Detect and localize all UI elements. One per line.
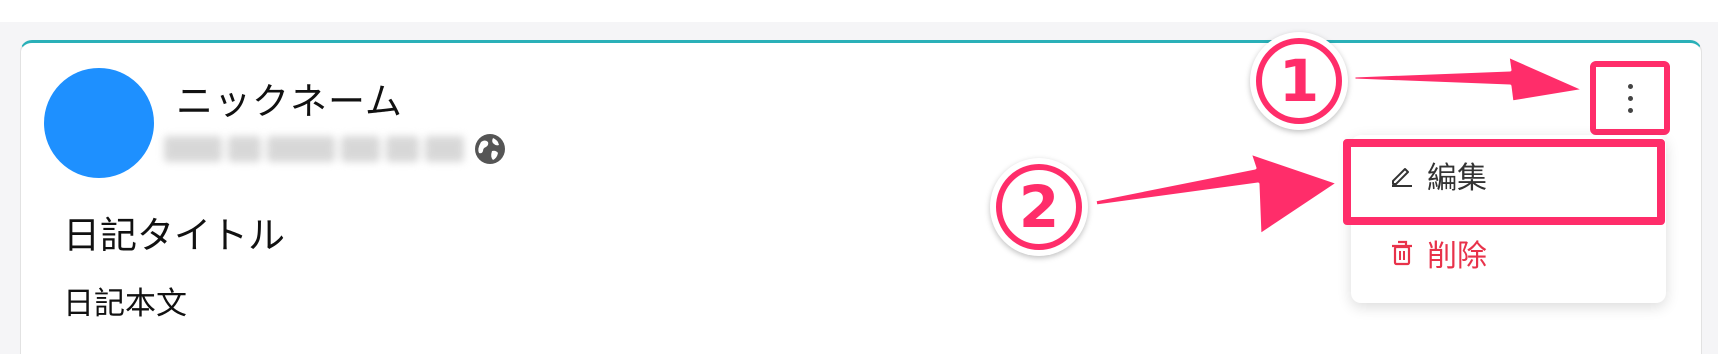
menu-item-edit-label: 編集 [1427, 161, 1487, 196]
menu-item-delete-label: 削除 [1427, 239, 1487, 274]
step-badge-1: 1 [1250, 32, 1348, 130]
globe-icon [475, 134, 505, 164]
diary-title: 日記タイトル [63, 214, 285, 257]
more-menu-button[interactable] [1590, 61, 1670, 135]
menu-item-edit[interactable]: 編集 [1351, 145, 1666, 205]
diary-body: 日記本文 [63, 286, 187, 322]
post-actions-menu: 編集 削除 [1351, 135, 1666, 303]
trash-icon [1392, 240, 1412, 266]
screenshot-stage: ニックネーム 日記タイトル 日記本文 編集 削除 1 2 [0, 0, 1718, 354]
pencil-icon [1392, 168, 1412, 187]
step-badge-2: 2 [990, 158, 1088, 256]
more-vertical-icon [1627, 83, 1633, 113]
author-nickname[interactable]: ニックネーム [176, 71, 403, 125]
post-date-redacted [164, 131, 464, 167]
menu-item-delete[interactable]: 削除 [1351, 223, 1666, 283]
avatar[interactable] [44, 68, 154, 178]
page-top-strip [0, 0, 1718, 22]
